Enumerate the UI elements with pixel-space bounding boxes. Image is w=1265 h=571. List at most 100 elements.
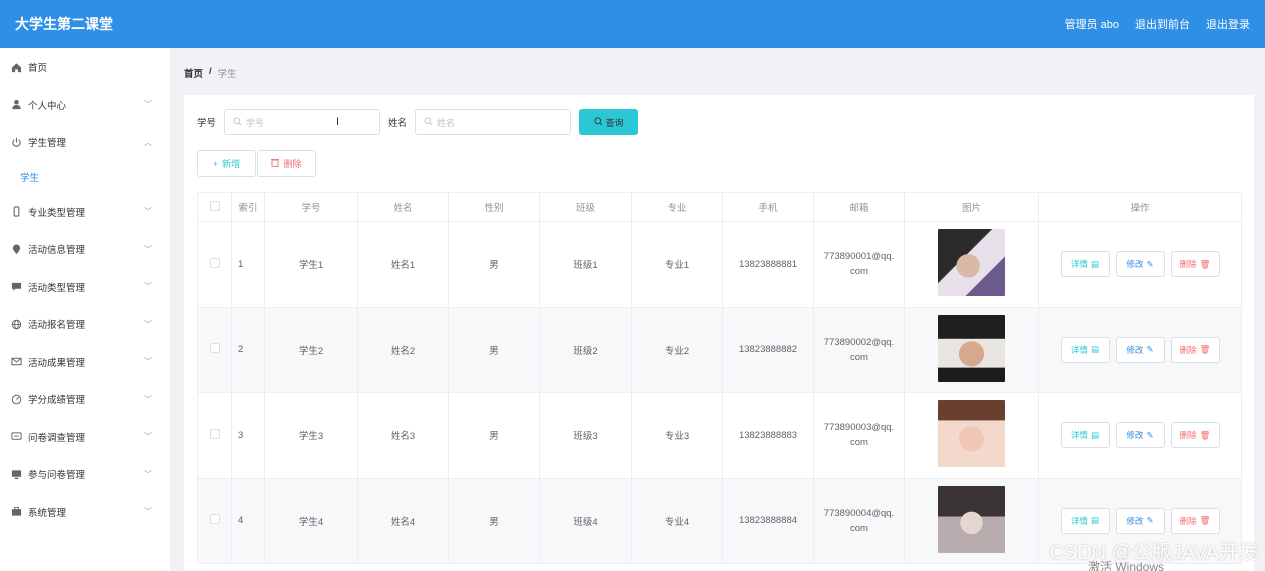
detail-label: 详情: [1070, 344, 1088, 355]
column-header: 邮箱: [813, 192, 905, 222]
sidebar-item-credit-score[interactable]: 学分成绩管理 ﹀: [0, 381, 170, 419]
detail-button[interactable]: 详情 ▤: [1060, 422, 1110, 449]
table-row: 1 学生1 姓名1 男 班级1 专业1 13823888881 77389000…: [197, 221, 1242, 308]
student-photo: [938, 314, 1005, 382]
cell-actions: 详情 ▤ 修改 ✎ 删除 🗑: [1038, 221, 1242, 308]
column-header: 图片: [904, 192, 1039, 222]
name-input[interactable]: 姓名: [415, 109, 572, 135]
name-label: 姓名: [388, 118, 408, 129]
sidebar-item-activity-signup[interactable]: 活动报名管理 ﹀: [0, 306, 170, 344]
cell-class: 班级2: [539, 306, 632, 393]
row-checkbox[interactable]: [209, 514, 220, 525]
student-no-input[interactable]: 学号 I: [224, 109, 381, 135]
chevron-down-icon: ﹀: [144, 282, 152, 292]
delete-button[interactable]: 删除 🗑: [1170, 507, 1220, 534]
sidebar-item-label: 活动成果管理: [28, 357, 86, 369]
cell-email: 773890004@qq. com: [813, 477, 905, 564]
add-button[interactable]: + 新增: [197, 150, 256, 177]
delete-button[interactable]: 删除 🗑: [1170, 251, 1220, 278]
sidebar-item-label: 活动信息管理: [28, 245, 86, 257]
delete-button[interactable]: 删除 🗑: [1170, 422, 1220, 449]
email-line: 773890001@qq.: [823, 251, 895, 263]
gauge-icon: [10, 393, 22, 405]
query-button[interactable]: 查询: [579, 109, 639, 135]
trash-icon: 🗑: [1199, 258, 1211, 269]
detail-label: 详情: [1070, 259, 1088, 270]
sidebar-item-label: 活动类型管理: [28, 282, 86, 294]
table-row: 3 学生3 姓名3 男 班级3 专业3 13823888883 77389000…: [197, 392, 1242, 479]
student-no-placeholder: 学号: [246, 117, 265, 128]
pencil-icon: ✎: [1146, 344, 1154, 355]
breadcrumb-separator: /: [209, 66, 212, 77]
admin-user-label[interactable]: 管理员 abo: [1065, 16, 1119, 32]
cell-student-no: 学生1: [264, 221, 358, 308]
logout-link[interactable]: 退出登录: [1206, 16, 1250, 32]
edit-button[interactable]: 修改 ✎: [1115, 507, 1165, 534]
sidebar-item-activity-type[interactable]: 活动类型管理 ﹀: [0, 268, 170, 306]
batch-delete-button[interactable]: 删除: [257, 150, 316, 177]
column-header: 专业: [631, 192, 723, 222]
sidebar-subitem-student[interactable]: 学生: [0, 161, 170, 193]
globe-icon: [10, 318, 22, 330]
row-checkbox[interactable]: [209, 343, 220, 354]
sidebar-item-home[interactable]: 首页: [0, 48, 170, 86]
student-no-label: 学号: [197, 118, 217, 129]
cell-gender: 男: [448, 477, 540, 564]
pencil-icon: ✎: [1146, 515, 1154, 526]
cell-email: 773890003@qq. com: [813, 392, 905, 479]
row-checkbox[interactable]: [209, 428, 220, 439]
edit-button[interactable]: 修改 ✎: [1115, 336, 1165, 363]
sidebar-item-activity-result[interactable]: 活动成果管理 ﹀: [0, 343, 170, 381]
edit-button[interactable]: 修改 ✎: [1115, 251, 1165, 278]
sidebar-item-activity-info[interactable]: 活动信息管理 ﹀: [0, 231, 170, 269]
row-index: 4: [231, 477, 265, 564]
breadcrumb-current: 学生: [217, 69, 237, 80]
cell-major: 专业1: [631, 221, 723, 308]
main-panel: 学号 学号 I 姓名 姓名 查询 + 新增 删除 索引 学号 姓名 性别 班级 …: [184, 95, 1254, 571]
trash-icon: [271, 158, 280, 169]
chevron-down-icon: ﹀: [144, 507, 152, 517]
sidebar-item-student-management[interactable]: 学生管理 ︿: [0, 124, 170, 162]
exit-to-front-link[interactable]: 退出到前台: [1135, 16, 1190, 32]
select-all-cell[interactable]: [197, 192, 232, 222]
delete-label: 删除: [1179, 515, 1197, 526]
row-index: 1: [231, 221, 265, 308]
sidebar-item-survey[interactable]: 问卷调查管理 ﹀: [0, 418, 170, 456]
trash-icon: 🗑: [1199, 429, 1211, 440]
row-index: 2: [231, 306, 265, 393]
delete-button[interactable]: 删除 🗑: [1170, 336, 1220, 363]
search-icon: [233, 116, 242, 128]
breadcrumb-home[interactable]: 首页: [184, 66, 203, 80]
cell-phone: 13823888882: [722, 306, 814, 393]
column-header: 操作: [1038, 192, 1242, 222]
detail-button[interactable]: 详情 ▤: [1060, 251, 1110, 278]
sidebar-item-label: 个人中心: [28, 100, 67, 112]
email-line: com: [850, 266, 868, 278]
sidebar-item-system[interactable]: 系统管理 ﹀: [0, 493, 170, 531]
cell-phone: 13823888883: [722, 392, 814, 479]
briefcase-icon: [10, 506, 22, 518]
cell-student-no: 学生2: [264, 306, 358, 393]
cell-email: 773890001@qq. com: [813, 221, 905, 308]
table-header-row: 索引 学号 姓名 性别 班级 专业 手机 邮箱 图片 操作: [197, 192, 1242, 222]
edit-button[interactable]: 修改 ✎: [1115, 422, 1165, 449]
cell-class: 班级3: [539, 392, 632, 479]
sidebar-item-survey-participation[interactable]: 参与问卷管理 ﹀: [0, 456, 170, 494]
cell-class: 班级1: [539, 221, 632, 308]
document-icon: ▤: [1090, 258, 1100, 269]
sidebar-item-profile[interactable]: 个人中心 ﹀: [0, 86, 170, 124]
sidebar-item-label: 问卷调查管理: [28, 432, 86, 444]
power-icon: [10, 136, 22, 148]
row-checkbox[interactable]: [209, 257, 220, 268]
cell-email: 773890002@qq. com: [813, 306, 905, 393]
chevron-down-icon: ﹀: [144, 394, 152, 404]
sidebar-item-major-type[interactable]: 专业类型管理 ﹀: [0, 193, 170, 231]
column-header: 手机: [722, 192, 814, 222]
column-header: 学号: [264, 192, 358, 222]
detail-button[interactable]: 详情 ▤: [1060, 507, 1110, 534]
search-icon: [593, 116, 603, 128]
trash-icon: 🗑: [1199, 344, 1211, 355]
cell-student-no: 学生4: [264, 477, 358, 564]
detail-button[interactable]: 详情 ▤: [1060, 336, 1110, 363]
select-all-checkbox[interactable]: [209, 200, 220, 211]
